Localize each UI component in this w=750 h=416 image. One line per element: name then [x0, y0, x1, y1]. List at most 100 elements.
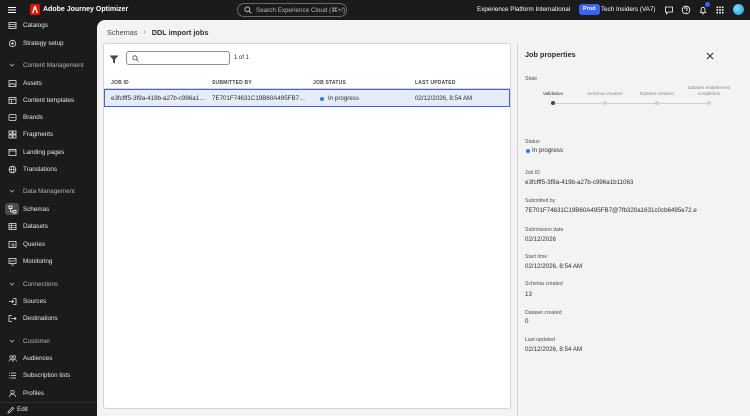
breadcrumb: Schemas › DDL import jobs — [107, 28, 208, 37]
sidebar: Catalogs Strategy setup Content Manageme… — [0, 20, 97, 416]
status-dot — [320, 97, 324, 101]
sidebar-item-audiences[interactable]: Audiences — [0, 351, 97, 365]
start-time-value: 02/12/2026, 8:54 AM — [525, 263, 583, 270]
breadcrumb-schemas-link[interactable]: Schemas — [107, 28, 137, 37]
status-label: Status — [525, 139, 540, 145]
env-badge: Prod — [579, 4, 600, 15]
list-icon — [9, 372, 16, 378]
close-icon[interactable] — [706, 52, 714, 60]
main-content: Schemas › DDL import jobs 1 of 1 JOB ID … — [97, 20, 750, 416]
sidebar-item-brands[interactable]: Brands — [0, 110, 97, 124]
jobs-search-input[interactable] — [126, 51, 230, 65]
stepper-track — [553, 103, 710, 104]
sidebar-item-catalogs[interactable]: Catalogs — [0, 18, 97, 32]
sidebar-item-translations[interactable]: Translations — [0, 162, 97, 176]
step-label-dataset-creation: Dataset creation — [639, 91, 675, 96]
sidebar-item-strategy-setup[interactable]: Strategy setup — [0, 36, 97, 50]
chevron-down-icon — [9, 63, 15, 67]
status-dot — [526, 149, 530, 153]
monitoring-icon — [8, 257, 17, 265]
sidebar-item-assets[interactable]: Assets — [0, 76, 97, 90]
sources-icon — [9, 297, 17, 305]
table-row[interactable]: e3fcfff5-3f9a-419b-a27b-c996a1b1... 7E70… — [104, 89, 510, 107]
fragments-icon — [8, 130, 17, 138]
step-dot-validation — [551, 101, 555, 105]
cell-submitted-by: 7E701F74631C19B60A495FB7@7fb... — [212, 95, 310, 102]
query-icon — [8, 240, 17, 248]
state-label: State — [525, 76, 538, 82]
catalog-icon — [8, 21, 17, 29]
brand-icon — [8, 113, 17, 121]
sidebar-item-destinations[interactable]: Destinations — [0, 311, 97, 325]
submitted-by-label: Submitted by — [525, 198, 556, 204]
section-content-management[interactable]: Content Management — [0, 59, 97, 71]
submission-date-value: 02/12/2026 — [525, 236, 556, 243]
help-icon[interactable] — [681, 5, 691, 15]
adobe-logo-icon[interactable] — [30, 4, 40, 15]
org-switcher[interactable]: Experience Platform International — [477, 6, 570, 13]
dataset-icon — [8, 222, 17, 230]
submission-date-label: Submission date — [525, 227, 564, 233]
column-header-submitted-by[interactable]: SUBMITTED BY — [212, 80, 252, 86]
start-time-label: Start time — [525, 254, 548, 260]
column-header-job-id[interactable]: JOB ID — [111, 80, 129, 86]
menu-icon[interactable] — [7, 5, 17, 15]
sidebar-item-schemas[interactable]: Schemas — [0, 202, 97, 216]
panel-title: Job properties — [525, 50, 576, 59]
sidebar-item-subscription-lists[interactable]: Subscription lists — [0, 368, 97, 382]
chat-icon[interactable] — [664, 5, 674, 15]
schema-icon — [8, 205, 17, 213]
step-label-schema-creation: Schema creation — [587, 91, 623, 96]
sidebar-item-fragments[interactable]: Fragments — [0, 127, 97, 141]
search-icon — [132, 54, 139, 62]
column-header-job-status[interactable]: JOB STATUS — [313, 80, 346, 86]
cell-job-id: e3fcfff5-3f9a-419b-a27b-c996a1b1... — [111, 95, 207, 102]
sidebar-item-queries[interactable]: Queries — [0, 237, 97, 251]
search-placeholder: Search Experience Cloud (⌘+/) — [256, 6, 346, 14]
chevron-down-icon — [9, 339, 15, 343]
page-title: DDL import jobs — [151, 28, 209, 37]
column-header-last-updated[interactable]: LAST UPDATED — [415, 80, 456, 86]
filter-icon[interactable] — [109, 55, 119, 64]
step-label-dataset-enablement: Dataset enablement — [688, 85, 730, 90]
top-bar: Adobe Journey Optimizer Search Experienc… — [0, 0, 750, 20]
last-updated-value: 02/12/2026, 8:54 AM — [525, 346, 583, 353]
sidebar-item-content-templates[interactable]: Content templates — [0, 93, 97, 107]
step-dot-dataset-enablement — [707, 101, 711, 105]
section-data-management[interactable]: Data Management — [0, 185, 97, 197]
step-dot-dataset-creation — [655, 101, 659, 105]
chevron-down-icon — [9, 189, 15, 193]
job-properties-panel: Job properties State Validation Schema c… — [517, 43, 750, 416]
cell-job-status: In progress — [328, 95, 359, 102]
sidebar-item-monitoring[interactable]: Monitoring — [0, 254, 97, 268]
global-search-input[interactable]: Search Experience Cloud (⌘+/) — [237, 3, 347, 17]
sidebar-item-sources[interactable]: Sources — [0, 294, 97, 308]
sidebar-item-landing-pages[interactable]: Landing pages — [0, 145, 97, 159]
step-dot-schema-creation — [603, 101, 607, 105]
app-grid-icon[interactable] — [715, 5, 725, 15]
table-header: JOB ID SUBMITTED BY JOB STATUS LAST UPDA… — [104, 77, 510, 89]
sidebar-edit-button[interactable]: Edit — [0, 402, 97, 416]
section-customer[interactable]: Customer — [0, 335, 97, 347]
destinations-icon — [8, 314, 17, 322]
sandbox-switcher[interactable]: Tech Insiders (VA7) — [601, 6, 655, 13]
strategy-icon — [8, 39, 17, 47]
page-count: 1 of 1 — [234, 55, 250, 61]
jobs-list-panel: 1 of 1 JOB ID SUBMITTED BY JOB STATUS LA… — [103, 43, 511, 409]
schema-created-value: 13 — [525, 291, 532, 298]
cell-last-updated: 02/12/2026, 8:54 AM — [415, 95, 473, 102]
avatar[interactable] — [733, 4, 744, 15]
user-icon — [9, 389, 16, 397]
step-label-validation: Validation — [542, 91, 564, 96]
globe-icon — [8, 165, 17, 173]
job-id-label: Job ID — [525, 170, 540, 176]
dataset-created-value: 0 — [525, 318, 529, 325]
chevron-down-icon — [9, 282, 15, 286]
status-value: In progress — [532, 147, 563, 154]
sidebar-item-profiles[interactable]: Profiles — [0, 386, 97, 400]
app-name[interactable]: Adobe Journey Optimizer — [43, 6, 128, 13]
section-connections[interactable]: Connections — [0, 278, 97, 290]
sidebar-item-datasets[interactable]: Datasets — [0, 219, 97, 233]
dataset-created-label: Dataset created — [525, 310, 562, 316]
breadcrumb-separator: › — [143, 29, 146, 36]
